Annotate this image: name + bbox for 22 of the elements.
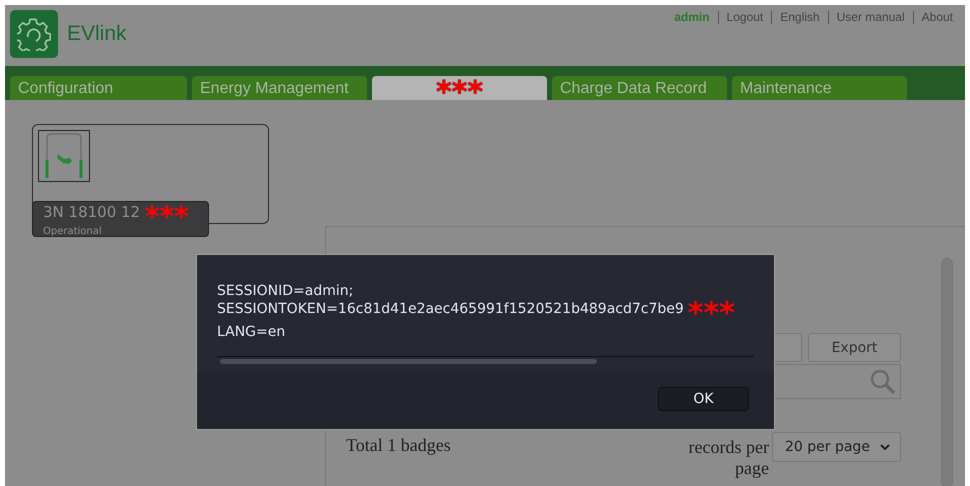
- header-link[interactable]: User manual: [828, 11, 913, 24]
- search-icon: [870, 368, 896, 394]
- page-size-select[interactable]: 20 per page: [772, 432, 901, 462]
- total-count: Total 1 badges: [346, 435, 452, 456]
- app-name: EVlink: [67, 22, 127, 46]
- tab[interactable]: Maintenance: [732, 76, 907, 100]
- tab[interactable]: ***: [372, 76, 547, 100]
- page-size-label: records per page: [688, 437, 769, 479]
- header-link[interactable]: Logout: [718, 11, 772, 24]
- header-link[interactable]: About: [912, 11, 961, 24]
- tab[interactable]: Energy Management: [192, 76, 367, 100]
- scrollbar[interactable]: [220, 359, 597, 364]
- charger-icon: [38, 130, 90, 182]
- user-name: admin: [673, 11, 711, 24]
- header-link[interactable]: English: [771, 11, 828, 24]
- tab[interactable]: Configuration: [10, 76, 187, 100]
- ok-button[interactable]: OK: [658, 387, 749, 411]
- export-button[interactable]: Export: [808, 333, 901, 362]
- tab[interactable]: Charge Data Record: [552, 76, 727, 100]
- gear-icon: [17, 17, 51, 51]
- station-status: Operational: [43, 226, 103, 238]
- chevron-icon: [880, 444, 890, 450]
